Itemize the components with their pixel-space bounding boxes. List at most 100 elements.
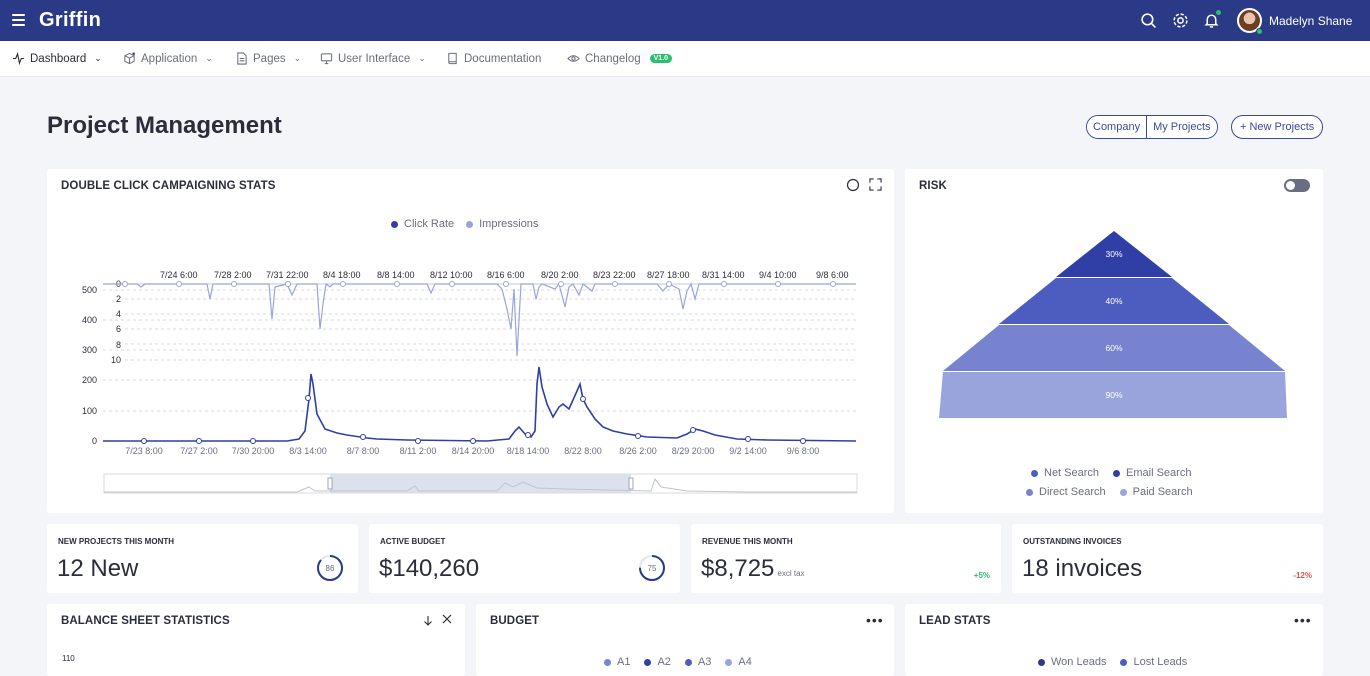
legend-dot	[1113, 469, 1121, 477]
gear-icon[interactable]	[1172, 12, 1189, 29]
my-projects-button[interactable]: My Projects	[1146, 116, 1217, 138]
slider-window[interactable]	[330, 474, 631, 493]
legend-a1[interactable]: A1	[604, 656, 630, 668]
top-date-label: 8/12 10:00	[430, 270, 473, 280]
notification-dot	[1216, 10, 1221, 15]
data-point[interactable]	[415, 438, 421, 444]
data-point[interactable]	[394, 281, 400, 287]
bottom-date-label: 7/23 8:00	[125, 446, 163, 456]
legend-email-search[interactable]: Email Search	[1113, 467, 1191, 479]
data-point[interactable]	[690, 427, 696, 433]
data-point[interactable]	[745, 436, 751, 442]
chevron-down-icon: ⌄	[293, 53, 302, 63]
top-date-label: 7/28 2:00	[214, 270, 252, 280]
stat-card-new-projects: NEW PROJECTS THIS MONTH 12 New 86	[47, 524, 358, 593]
risk-card: RISK 30% 40% 60% 90% Net Search Email Se…	[905, 169, 1323, 513]
stat-card-revenue: REVENUE THIS MONTH $8,725 excl tax +5%	[691, 524, 1001, 593]
bottom-date-label: 8/7 8:00	[347, 446, 380, 456]
legend-direct-search[interactable]: Direct Search	[1026, 486, 1106, 498]
top-date-label: 8/8 14:00	[377, 270, 415, 280]
data-point[interactable]	[800, 438, 806, 444]
data-point[interactable]	[196, 438, 202, 444]
legend-dot	[644, 658, 652, 666]
box-icon	[124, 52, 135, 65]
bottom-date-axis: 7/23 8:00 7/27 2:00 7/30 20:00 8/3 14:00…	[125, 446, 819, 456]
menu-icon[interactable]	[12, 14, 25, 26]
bottom-date-label: 9/6 8:00	[787, 446, 820, 456]
stat-value: $140,260	[379, 555, 480, 582]
username[interactable]: Madelyn Shane	[1269, 14, 1352, 28]
progress-ring: 75	[639, 555, 665, 581]
search-icon[interactable]	[1140, 12, 1157, 29]
axis-tick: 500	[82, 285, 97, 295]
data-point[interactable]	[525, 432, 531, 438]
data-point[interactable]	[231, 281, 237, 287]
brand-logo[interactable]: Griffin	[39, 9, 101, 32]
data-point[interactable]	[360, 434, 366, 440]
lead-legend: Won Leads Lost Leads	[1038, 656, 1187, 668]
nav-pages[interactable]: Pages ⌄	[235, 52, 301, 65]
data-point[interactable]	[503, 281, 509, 287]
nav-label: User Interface	[338, 52, 411, 65]
legend-lost-leads[interactable]: Lost Leads	[1120, 656, 1187, 668]
stat-delta: +5%	[973, 571, 990, 580]
slider-handle-right[interactable]	[628, 477, 634, 490]
zoom-slider[interactable]	[103, 473, 858, 494]
legend-label: A1	[617, 656, 631, 668]
legend-a2[interactable]: A2	[644, 656, 671, 668]
stat-label: OUTSTANDING INVOICES	[1023, 537, 1122, 546]
data-point[interactable]	[721, 281, 727, 287]
close-icon[interactable]	[442, 614, 452, 624]
nav-application[interactable]: Application ⌄	[123, 52, 213, 65]
legend-a3[interactable]: A3	[684, 656, 711, 668]
data-point[interactable]	[470, 438, 476, 444]
axis-tick: 100	[82, 406, 97, 416]
arrow-down-icon[interactable]	[423, 615, 433, 626]
axis-tick: 110	[62, 654, 75, 663]
stat-sub: excl tax	[777, 569, 805, 578]
more-icon[interactable]: •••	[1294, 612, 1312, 628]
new-projects-button[interactable]: + New Projects	[1231, 115, 1324, 139]
data-point[interactable]	[612, 281, 618, 287]
nav-documentation[interactable]: Documentation	[446, 52, 541, 65]
ring-value: 86	[326, 564, 335, 573]
data-point[interactable]	[666, 281, 672, 287]
data-point[interactable]	[176, 281, 182, 287]
legend-a4[interactable]: A4	[725, 656, 752, 668]
more-icon[interactable]: •••	[866, 612, 884, 628]
risk-legend-row1: Net Search Email Search	[1031, 467, 1191, 479]
data-point[interactable]	[250, 438, 256, 444]
data-point[interactable]	[141, 438, 147, 444]
data-point[interactable]	[340, 281, 346, 287]
company-button[interactable]: Company	[1087, 116, 1147, 138]
top-date-label: 8/4 18:00	[323, 270, 361, 280]
nav-dashboard[interactable]: Dashboard ⌄	[12, 52, 102, 65]
nav-user-interface[interactable]: User Interface ⌄	[320, 52, 426, 65]
data-point[interactable]	[775, 281, 781, 287]
data-point[interactable]	[122, 281, 128, 287]
data-point[interactable]	[305, 395, 311, 401]
slider-handle-left[interactable]	[327, 477, 333, 490]
bottom-date-label: 8/29 20:00	[672, 446, 715, 456]
funnel-label: 60%	[1105, 343, 1122, 353]
legend-dot	[604, 658, 611, 666]
axis-tick: 10	[111, 355, 121, 365]
data-point[interactable]	[830, 281, 836, 287]
legend-net-search[interactable]: Net Search	[1031, 467, 1099, 479]
data-point[interactable]	[285, 281, 291, 287]
data-point[interactable]	[558, 281, 564, 287]
chevron-down-icon: ⌄	[94, 53, 102, 63]
legend-label: Email Search	[1126, 467, 1192, 479]
data-point[interactable]	[635, 433, 641, 439]
legend-label: A2	[657, 656, 671, 668]
stat-card-invoices: OUTSTANDING INVOICES 18 invoices -12%	[1012, 524, 1323, 593]
data-point[interactable]	[580, 396, 586, 402]
inner-axis: 0 2 4 6 8 10	[111, 279, 121, 365]
funnel-label: 30%	[1105, 249, 1122, 259]
card-title: BUDGET	[490, 615, 540, 627]
nav-changelog[interactable]: Changelog V1.0	[567, 52, 673, 65]
legend-won-leads[interactable]: Won Leads	[1038, 656, 1106, 668]
data-point[interactable]	[449, 281, 455, 287]
legend-paid-search[interactable]: Paid Search	[1119, 486, 1193, 498]
version-badge: V1.0	[649, 54, 673, 63]
